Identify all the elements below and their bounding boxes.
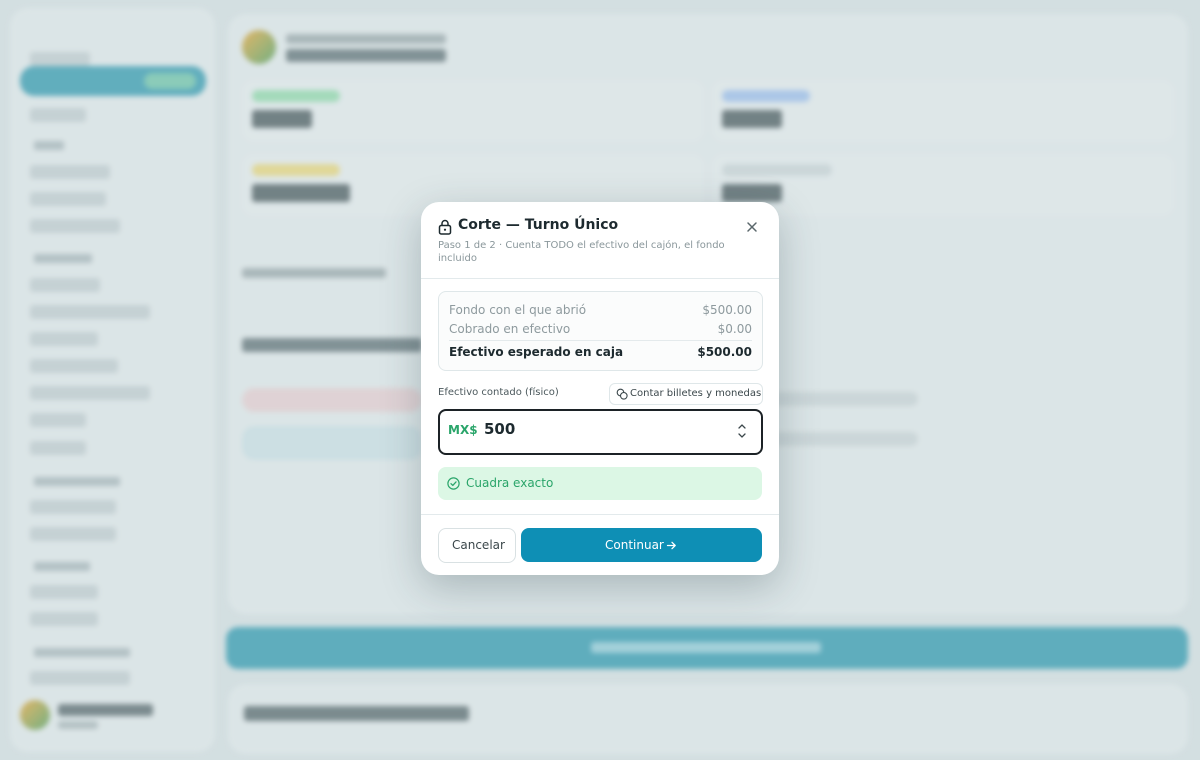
coins-icon (616, 388, 628, 400)
summary-label: Fondo con el que abrió (449, 303, 587, 317)
cash-summary: Fondo con el que abrió $500.00 Cobrado e… (438, 291, 763, 371)
modal-subtitle: Paso 1 de 2 · Cuenta TODO el efectivo de… (438, 240, 725, 264)
count-bills-coins-button[interactable]: Contar billetes y monedas (609, 383, 763, 405)
balance-status: Cuadra exacto (438, 467, 762, 500)
summary-value: $0.00 (717, 322, 752, 336)
count-button-label: Contar billetes y monedas (630, 388, 762, 399)
cancel-button[interactable]: Cancelar (438, 528, 516, 563)
continue-label: Continuar (605, 538, 664, 552)
summary-divider (449, 340, 752, 341)
close-icon[interactable] (745, 220, 759, 234)
summary-row-expected: Efectivo esperado en caja $500.00 (449, 345, 752, 361)
continue-button[interactable]: Continuar (521, 528, 762, 562)
currency-prefix: MX$ (448, 423, 478, 437)
lock-icon (438, 219, 452, 235)
summary-row-opening: Fondo con el que abrió $500.00 (449, 303, 752, 319)
summary-label: Cobrado en efectivo (449, 322, 571, 336)
modal-header: Corte — Turno Único Paso 1 de 2 · Cuenta… (421, 202, 779, 279)
cash-cut-modal: Corte — Turno Único Paso 1 de 2 · Cuenta… (421, 202, 779, 575)
counted-amount-input[interactable]: MX$ 500 (438, 409, 763, 455)
summary-row-cash: Cobrado en efectivo $0.00 (449, 322, 752, 338)
summary-value: $500.00 (697, 345, 752, 359)
stepper-icon[interactable] (737, 421, 747, 441)
cancel-label: Cancelar (452, 538, 505, 552)
summary-label: Efectivo esperado en caja (449, 345, 624, 359)
footer-divider (421, 514, 779, 515)
arrow-right-icon (666, 541, 676, 550)
counted-cash-label: Efectivo contado (físico) (438, 387, 559, 398)
status-text: Cuadra exacto (466, 476, 554, 490)
amount-value[interactable]: 500 (484, 420, 515, 438)
check-circle-icon (447, 477, 460, 490)
modal-title: Corte — Turno Único (458, 217, 619, 233)
summary-value: $500.00 (702, 303, 752, 317)
